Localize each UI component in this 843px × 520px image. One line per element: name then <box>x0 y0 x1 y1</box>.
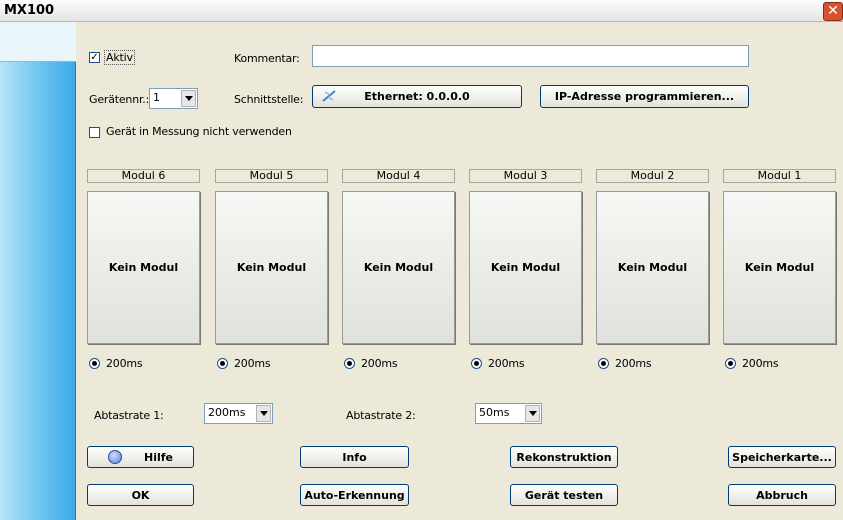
module-5-rate-radio[interactable] <box>217 358 228 369</box>
info-button[interactable]: Info <box>300 446 409 468</box>
mx100-dialog: MX100 ✕ ✓ Aktiv Kommentar: Gerätennr.: 1… <box>0 0 843 520</box>
module-3-rate-radio[interactable] <box>471 358 482 369</box>
auto-erkennung-button[interactable]: Auto-Erkennung <box>300 484 409 506</box>
module-3-rate-label: 200ms <box>488 357 525 370</box>
module-2-rate-label: 200ms <box>615 357 652 370</box>
title-bar: MX100 ✕ <box>0 0 843 22</box>
geraetenr-select[interactable]: 1 <box>149 88 198 109</box>
module-slot-4[interactable]: Kein Modul <box>342 191 455 344</box>
module-header: Modul 4 <box>342 169 455 183</box>
content-area: ✓ Aktiv Kommentar: Gerätennr.: 1 Schnitt… <box>76 22 843 520</box>
network-icon <box>322 90 336 102</box>
schnittstelle-label: Schnittstelle: <box>234 93 304 106</box>
geraetenr-value: 1 <box>153 91 160 104</box>
abtastrate-1-value: 200ms <box>208 406 246 419</box>
schnittstelle-value: Ethernet: 0.0.0.0 <box>364 90 470 103</box>
nicht-verwenden-checkbox[interactable] <box>89 127 100 138</box>
module-slot-6[interactable]: Kein Modul <box>87 191 200 344</box>
module-5-rate-label: 200ms <box>234 357 271 370</box>
ip-program-button[interactable]: IP-Adresse programmieren... <box>540 85 749 108</box>
chevron-down-icon <box>525 405 540 422</box>
hilfe-label: Hilfe <box>144 450 173 464</box>
kommentar-input[interactable] <box>312 45 749 67</box>
abtastrate-2-value: 50ms <box>479 406 510 419</box>
module-6-rate-radio[interactable] <box>89 358 100 369</box>
ok-button[interactable]: OK <box>87 484 194 506</box>
chevron-down-icon <box>256 405 271 422</box>
abbruch-button[interactable]: Abbruch <box>728 484 836 506</box>
module-header: Modul 2 <box>596 169 709 183</box>
side-panel-header <box>0 22 76 62</box>
rekonstruktion-button[interactable]: Rekonstruktion <box>510 446 618 468</box>
module-slot-5[interactable]: Kein Modul <box>215 191 328 344</box>
module-2-rate-radio[interactable] <box>598 358 609 369</box>
module-1-rate-radio[interactable] <box>725 358 736 369</box>
aktiv-label: Aktiv <box>104 50 135 65</box>
close-button[interactable]: ✕ <box>823 2 843 21</box>
module-header: Modul 6 <box>87 169 200 183</box>
module-header: Modul 5 <box>215 169 328 183</box>
module-6-rate-label: 200ms <box>106 357 143 370</box>
module-slot-1[interactable]: Kein Modul <box>723 191 836 344</box>
window-title: MX100 <box>4 3 55 18</box>
module-4-rate-radio[interactable] <box>344 358 355 369</box>
abtastrate-1-label: Abtastrate 1: <box>94 409 164 422</box>
geraetenr-label: Gerätennr.: <box>89 93 150 106</box>
close-icon: ✕ <box>827 3 839 19</box>
module-slot-3[interactable]: Kein Modul <box>469 191 582 344</box>
schnittstelle-button[interactable]: Ethernet: 0.0.0.0 <box>312 85 522 108</box>
chevron-down-icon <box>181 90 196 107</box>
side-panel <box>0 22 76 520</box>
geraet-testen-button[interactable]: Gerät testen <box>510 484 618 506</box>
abtastrate-2-select[interactable]: 50ms <box>475 403 542 424</box>
abtastrate-2-label: Abtastrate 2: <box>346 409 416 422</box>
module-4-rate-label: 200ms <box>361 357 398 370</box>
speicherkarte-button[interactable]: Speicherkarte... <box>728 446 836 468</box>
module-header: Modul 3 <box>469 169 582 183</box>
module-1-rate-label: 200ms <box>742 357 779 370</box>
help-icon <box>108 450 122 464</box>
hilfe-button[interactable]: Hilfe <box>87 446 194 468</box>
module-header: Modul 1 <box>723 169 836 183</box>
nicht-verwenden-label: Gerät in Messung nicht verwenden <box>106 125 292 138</box>
abtastrate-1-select[interactable]: 200ms <box>204 403 273 424</box>
kommentar-label: Kommentar: <box>234 52 300 65</box>
aktiv-checkbox[interactable]: ✓ <box>89 52 100 63</box>
module-slot-2[interactable]: Kein Modul <box>596 191 709 344</box>
